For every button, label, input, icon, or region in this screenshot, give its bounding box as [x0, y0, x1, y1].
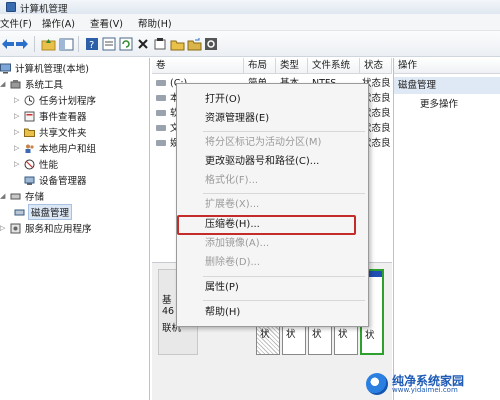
storage-icon	[10, 193, 21, 199]
context-menu: 打开(O) 资源管理器(E) 将分区标记为活动分区(M) 更改驱动器号和路径(C…	[176, 83, 369, 327]
menu-item-add-mirror: 添加镜像(A)...	[205, 238, 270, 249]
computer-management-icon	[6, 2, 16, 12]
tools-icon	[10, 79, 21, 88]
collapse-arrow-icon[interactable]: ◢	[0, 80, 8, 88]
menu-item-shrink-volume[interactable]: 压缩卷(H)...	[205, 217, 260, 233]
menu-item-delete-volume: 删除卷(D)...	[205, 257, 261, 268]
tree-node-system-tools[interactable]: ◢ 系统工具	[0, 76, 63, 92]
menu-bar: 文件(F) 操作(A) 查看(V) 帮助(H)	[0, 14, 500, 31]
menu-action[interactable]: 操作(A)	[42, 16, 75, 30]
expand-arrow-icon[interactable]: ▷	[14, 128, 22, 136]
menu-help[interactable]: 帮助(H)	[138, 16, 172, 30]
tree-label-system-tools: 系统工具	[25, 80, 64, 91]
expand-arrow-icon[interactable]: ▷	[0, 224, 8, 232]
more-actions-link[interactable]: 更多操作	[420, 98, 458, 112]
tree-label-event-viewer: 事件查看器	[39, 112, 87, 123]
tree-node-shared-folders[interactable]: ▷ 共享文件夹	[14, 124, 87, 140]
computer-icon	[0, 63, 11, 73]
tree-label-performance: 性能	[39, 160, 59, 171]
tree-label-disk-management: 磁盘管理	[27, 204, 73, 220]
menu-item-extend-volume: 扩展卷(X)...	[205, 199, 260, 210]
drive-icon	[156, 110, 166, 116]
tree-node-services-apps[interactable]: ▷ 服务和应用程序	[0, 220, 92, 236]
tree-node-disk-management[interactable]: 磁盘管理	[14, 204, 73, 220]
column-header-filesystem[interactable]: 文件系统	[308, 58, 360, 74]
toolbar-separator	[34, 36, 35, 52]
performance-icon	[24, 159, 35, 169]
tree-node-local-users[interactable]: ▷ 本地用户和组	[14, 140, 96, 156]
tree-label-device-manager: 设备管理器	[39, 176, 87, 187]
menu-item-format: 格式化(F)...	[205, 175, 259, 186]
services-icon	[10, 223, 21, 233]
event-viewer-icon	[24, 111, 35, 121]
window-title: 计算机管理	[20, 4, 68, 14]
clock-icon	[24, 95, 35, 105]
disk-management-icon	[14, 209, 25, 215]
tree-node-storage[interactable]: ◢ 存储	[0, 188, 44, 204]
properties-icon[interactable]	[101, 36, 117, 52]
menu-item-properties[interactable]: 属性(P)	[205, 280, 239, 296]
console-tree: 计算机管理(本地) ◢ 系统工具 ▷ 任务计划程序 ▷ 事件查看器 ▷ 共享文件…	[0, 58, 150, 400]
column-header-layout[interactable]: 布局	[244, 58, 276, 74]
users-icon	[25, 144, 34, 153]
tree-node-event-viewer[interactable]: ▷ 事件查看器	[14, 108, 87, 124]
export-icon[interactable]	[186, 36, 202, 52]
tree-node-performance[interactable]: ▷ 性能	[14, 156, 58, 172]
refresh-icon[interactable]	[118, 36, 134, 52]
menu-separator	[203, 131, 365, 132]
expand-arrow-icon[interactable]: ▷	[14, 112, 22, 120]
collapse-arrow-icon[interactable]: ◢	[0, 192, 8, 200]
expand-arrow-icon[interactable]: ▷	[14, 160, 22, 168]
menu-file[interactable]: 文件(F)	[0, 16, 32, 30]
tree-node-root[interactable]: 计算机管理(本地)	[0, 60, 89, 76]
help-icon[interactable]: ?	[84, 36, 100, 52]
delete-icon[interactable]	[135, 36, 151, 52]
up-folder-icon[interactable]	[40, 36, 56, 52]
menu-item-open[interactable]: 打开(O)	[205, 92, 241, 108]
menu-separator	[203, 276, 365, 277]
menu-view[interactable]: 查看(V)	[90, 16, 123, 30]
actions-header: 操作	[394, 58, 500, 74]
toolbar-separator	[78, 36, 79, 52]
show-hide-tree-icon[interactable]	[58, 36, 74, 52]
column-header-status[interactable]: 状态	[360, 58, 392, 74]
watermark-url: www.yidaimei.com	[392, 386, 458, 394]
tree-node-device-manager[interactable]: 设备管理器	[24, 172, 87, 188]
actions-pane: 操作 磁盘管理 更多操作	[393, 58, 500, 400]
tree-label-root: 计算机管理(本地)	[15, 64, 89, 75]
drive-icon	[156, 95, 166, 101]
watermark-logo-icon	[366, 373, 388, 395]
shared-folder-icon	[24, 128, 35, 137]
tree-label-task-scheduler: 任务计划程序	[39, 96, 97, 107]
forward-arrow-icon[interactable]	[14, 36, 30, 52]
column-header-volume[interactable]: 卷	[152, 58, 244, 74]
shrink-volume-highlight-box	[177, 215, 356, 235]
tree-label-services-apps: 服务和应用程序	[25, 224, 92, 235]
svg-text:?: ?	[89, 40, 94, 51]
expand-arrow-icon[interactable]: ▷	[14, 144, 22, 152]
menu-separator	[203, 193, 365, 194]
menu-item-mark-active: 将分区标记为活动分区(M)	[205, 137, 322, 148]
drive-icon	[156, 125, 166, 131]
tree-label-local-users: 本地用户和组	[39, 144, 97, 155]
new-icon[interactable]	[152, 36, 168, 52]
drive-icon	[156, 80, 166, 86]
expand-arrow-icon[interactable]: ▷	[14, 96, 22, 104]
menu-separator	[203, 300, 365, 301]
device-manager-icon	[24, 176, 35, 185]
open-folder-icon[interactable]	[169, 36, 185, 52]
menu-item-explorer[interactable]: 资源管理器(E)	[205, 111, 269, 127]
actions-section-disk-management[interactable]: 磁盘管理	[394, 77, 500, 94]
menu-item-change-drive-letter[interactable]: 更改驱动器号和路径(C)...	[205, 154, 319, 170]
menu-item-help[interactable]: 帮助(H)	[205, 305, 240, 321]
search-icon[interactable]	[203, 36, 219, 52]
toolbar: ?	[0, 31, 500, 57]
title-bar: 计算机管理	[0, 0, 500, 14]
watermark: 纯净系统家园 www.yidaimei.com	[366, 372, 496, 396]
tree-label-shared-folders: 共享文件夹	[39, 128, 87, 139]
tree-label-storage: 存储	[25, 192, 45, 203]
tree-node-task-scheduler[interactable]: ▷ 任务计划程序	[14, 92, 96, 108]
column-header-type[interactable]: 类型	[276, 58, 308, 74]
drive-icon	[156, 140, 166, 146]
